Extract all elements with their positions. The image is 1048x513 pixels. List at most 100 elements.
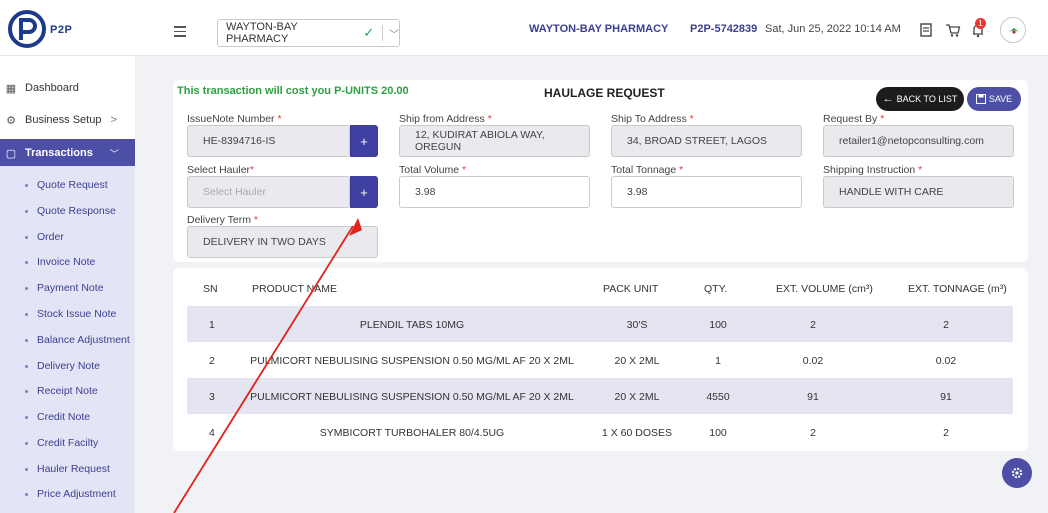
cell-product: SYMBICORT TURBOHALER 80/4.5UG: [319, 427, 505, 439]
sidebar-subitem[interactable]: Payment Note: [25, 282, 104, 294]
sidebar-item-dashboard[interactable]: ▦ Dashboard: [0, 77, 135, 99]
cost-notice: This transaction will cost you P-UNITS 2…: [177, 85, 409, 97]
ship-to-field[interactable]: 34, BROAD STREET, LAGOS: [611, 125, 802, 157]
cell-volume: 2: [810, 319, 816, 331]
selector-divider: [382, 25, 383, 41]
sidebar-subitem[interactable]: Receipt Note: [25, 385, 98, 397]
issue-note-label: IssueNote Number *: [187, 113, 282, 125]
total-tonnage-label: Total Tonnage *: [611, 164, 684, 176]
notification-badge: 1: [975, 18, 986, 29]
sidebar-subitem[interactable]: Hauler Request: [25, 463, 110, 475]
cell-tonnage: 2: [943, 319, 949, 331]
check-icon: ✓: [363, 25, 375, 40]
gear-icon: [1011, 467, 1023, 479]
cell-qty: 4550: [706, 391, 730, 403]
sidebar-subitem[interactable]: Quote Request: [25, 179, 108, 191]
sidebar-subitem[interactable]: Delivery Note: [25, 360, 100, 372]
sidebar: ▦ Dashboard ⚙ Business Setup > ▢ Transac…: [0, 56, 135, 513]
hauler-label: Select Hauler*: [187, 164, 255, 176]
total-volume-label: Total Volume *: [399, 164, 467, 176]
cell-qty: 1: [715, 355, 721, 367]
sidebar-subitem[interactable]: Stock Issue Note: [25, 308, 116, 320]
sidebar-subitem[interactable]: Quote Response: [25, 205, 116, 217]
table-row[interactable]: [187, 306, 1013, 342]
sidebar-subitem[interactable]: Balance Adjustment: [25, 334, 130, 346]
cell-volume: 91: [807, 391, 819, 403]
sidebar-item-label: Transactions: [25, 147, 93, 159]
sidebar-subitem[interactable]: Invoice Note: [25, 256, 95, 268]
cell-product: PLENDIL TABS 10MG: [359, 319, 465, 331]
header-pharmacy-name: WAYTON-BAY PHARMACY: [529, 23, 669, 35]
logo-text: P2P: [50, 24, 73, 36]
sidebar-subitem[interactable]: Credit Note: [25, 411, 90, 423]
column-header-tonnage: EXT. TONNAGE (m³): [908, 283, 1007, 295]
shipping-instruction-label: Shipping Instruction *: [823, 164, 923, 176]
pharmacy-selector[interactable]: WAYTON-BAY PHARMACY ✓ ﹀: [217, 19, 400, 47]
avatar-leaf-icon: [1009, 28, 1019, 34]
p2p-logo-icon[interactable]: [8, 10, 46, 48]
cell-tonnage: 0.02: [935, 355, 957, 367]
column-header-qty: QTY.: [704, 283, 728, 295]
cart-icon[interactable]: [945, 22, 961, 38]
sidebar-item-business-setup[interactable]: ⚙ Business Setup >: [0, 109, 135, 131]
document-icon[interactable]: [918, 22, 934, 38]
back-to-list-label: BACK TO LIST: [896, 94, 958, 104]
column-header-pack: PACK UNIT: [603, 283, 659, 295]
settings-fab-button[interactable]: [1002, 458, 1032, 488]
save-label: SAVE: [988, 94, 1013, 104]
table-row[interactable]: [187, 414, 1013, 450]
cell-sn: 3: [209, 391, 215, 403]
sidebar-subitem[interactable]: Price Adjustment: [25, 488, 116, 500]
transactions-submenu: Quote Request Quote Response Order Invoi…: [0, 166, 135, 513]
cell-qty: 100: [709, 319, 727, 331]
header-datetime: Sat, Jun 25, 2022 10:14 AM: [765, 23, 901, 35]
cell-sn: 1: [209, 319, 215, 331]
request-by-label: Request By *: [823, 113, 885, 125]
top-bar: P2P WAYTON-BAY PHARMACY ✓ ﹀ WAYTON-BAY P…: [0, 0, 1048, 56]
column-header-sn: SN: [203, 283, 218, 295]
chevron-down-icon: ﹀: [109, 148, 119, 159]
account-code: P2P-5742839: [690, 23, 758, 35]
cell-qty: 100: [709, 427, 727, 439]
save-button[interactable]: SAVE: [967, 87, 1021, 111]
cell-tonnage: 2: [943, 427, 949, 439]
add-issue-note-button[interactable]: +: [350, 125, 378, 157]
sidebar-item-label: Dashboard: [25, 82, 79, 94]
cell-pack: 20 X 2ML: [614, 391, 660, 403]
avatar[interactable]: [1000, 17, 1026, 43]
shipping-instruction-field[interactable]: HANDLE WITH CARE: [823, 176, 1014, 208]
gear-icon: ⚙: [6, 114, 16, 127]
cell-tonnage: 91: [940, 391, 952, 403]
delivery-term-label: Delivery Term *: [187, 214, 258, 226]
sidebar-item-transactions[interactable]: ▢ Transactions ﹀: [0, 139, 135, 167]
back-to-list-button[interactable]: ← BACK TO LIST: [876, 87, 964, 111]
column-header-product: PRODUCT NAME: [252, 283, 337, 295]
page-title: HAULAGE REQUEST: [544, 86, 665, 100]
add-hauler-button[interactable]: +: [350, 176, 378, 208]
cell-sn: 2: [209, 355, 215, 367]
sidebar-subitem[interactable]: Credit Facilty: [25, 437, 98, 449]
document-icon: ▢: [5, 147, 17, 160]
chevron-right-icon: >: [110, 114, 117, 126]
cell-sn: 4: [209, 427, 215, 439]
ship-from-field[interactable]: 12, KUDIRAT ABIOLA WAY, OREGUN: [399, 125, 590, 157]
total-tonnage-field[interactable]: 3.98: [611, 176, 802, 208]
column-header-volume: EXT. VOLUME (cm³): [776, 283, 873, 295]
arrow-left-icon: ←: [882, 93, 894, 105]
total-volume-field[interactable]: 3.98: [399, 176, 590, 208]
floppy-disk-icon: [975, 94, 986, 104]
delivery-term-field[interactable]: DELIVERY IN TWO DAYS: [187, 226, 378, 258]
sidebar-item-label: Business Setup: [25, 114, 102, 126]
cell-pack: 20 X 2ML: [614, 355, 660, 367]
menu-toggle-icon[interactable]: [174, 26, 186, 40]
cell-product: PULMICORT NEBULISING SUSPENSION 0.50 MG/…: [250, 391, 574, 403]
chevron-down-icon[interactable]: ﹀: [389, 26, 399, 41]
cell-volume: 2: [810, 427, 816, 439]
request-by-field[interactable]: retailer1@netopconsulting.com: [823, 125, 1014, 157]
sidebar-subitem[interactable]: Order: [25, 231, 64, 243]
select-hauler-field[interactable]: Select Hauler: [187, 176, 350, 208]
grid-icon: ▦: [5, 82, 17, 95]
cell-volume: 0.02: [802, 355, 824, 367]
issue-note-field[interactable]: HE-8394716-IS: [187, 125, 350, 157]
ship-to-label: Ship To Address *: [611, 113, 694, 125]
